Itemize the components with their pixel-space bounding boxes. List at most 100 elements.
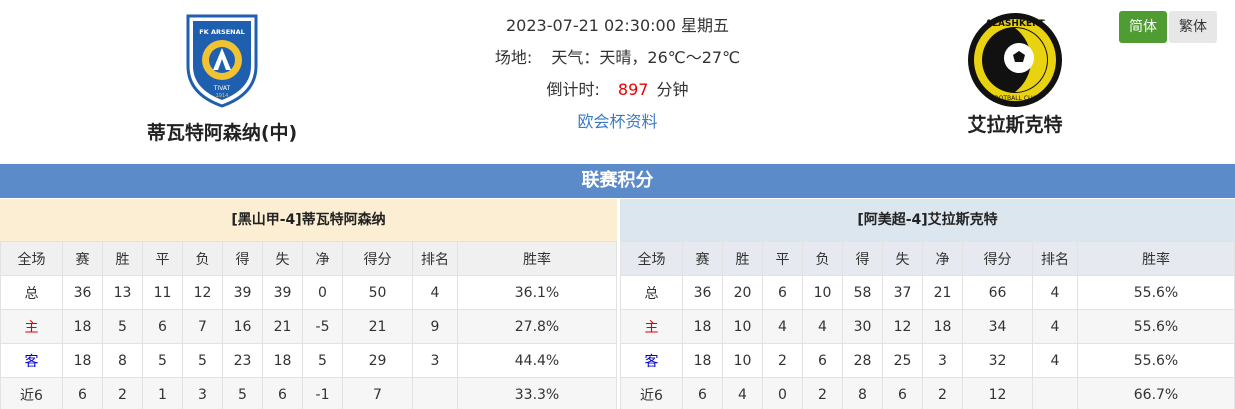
table-cell: 4 — [802, 309, 843, 344]
table-cell: 6 — [682, 377, 723, 409]
table-cell: 21 — [262, 309, 303, 344]
table-cell: 11 — [142, 275, 183, 310]
table-cell: 4 — [762, 309, 803, 344]
table-cell: 6 — [802, 343, 843, 378]
table-cell: 44.4% — [457, 343, 617, 378]
table-cell: 39 — [222, 275, 263, 310]
table-cell: 18 — [682, 343, 723, 378]
home-logo-year: 1914 — [216, 93, 229, 99]
table-cell: 7 — [182, 309, 223, 344]
match-datetime: 2023-07-21 02:30:00 星期五 — [505, 16, 730, 35]
column-header: 得 — [842, 241, 883, 276]
table-cell: 12 — [182, 275, 223, 310]
away-team[interactable]: ALASHKERT FOOTBALL CLUB 艾拉斯克特 — [895, 10, 1135, 137]
column-header: 负 — [182, 241, 223, 276]
table-cell: 25 — [882, 343, 923, 378]
table-cell: 55.6% — [1077, 343, 1235, 378]
column-header: 全场 — [0, 241, 63, 276]
standings-title: 联赛积分 — [0, 164, 1235, 198]
home-team-name[interactable]: 蒂瓦特阿森纳(中) — [102, 118, 342, 145]
table-cell: 6 — [262, 377, 303, 409]
column-header: 净 — [922, 241, 963, 276]
table-cell: 2 — [922, 377, 963, 409]
column-header: 赛 — [62, 241, 103, 276]
table-cell: 3 — [412, 343, 458, 378]
column-header: 得分 — [962, 241, 1033, 276]
home-standings-table: 全场赛胜平负得失净得分 排名 胜率 总 36 13 11 12 39 39 0 50 4 36.1% 主 1… — [0, 241, 617, 409]
row-label: 客 — [620, 343, 683, 378]
language-switch: 简体 繁体 — [1119, 11, 1217, 43]
table-cell: 37 — [882, 275, 923, 310]
traditional-chinese-button[interactable]: 繁体 — [1169, 11, 1217, 43]
column-header: 负 — [802, 241, 843, 276]
home-body: 总 36 13 11 12 39 39 0 50 4 36.1% 主 18 5 6 7 16 21 -5 21 9 27.… — [0, 275, 617, 409]
table-cell: 10 — [802, 275, 843, 310]
cup-info-link[interactable]: 欧会杯资料 — [577, 112, 657, 131]
table-cell: 4 — [1032, 309, 1078, 344]
table-cell: 10 — [722, 343, 763, 378]
table-cell: 29 — [342, 343, 413, 378]
away-body: 总 36 20 6 10 58 37 21 66 4 55.6% 主 18 10 4 4 30 12 18 34 4 55… — [620, 275, 1235, 409]
column-header: 胜率 — [457, 241, 617, 276]
table-row: 客 18 10 2 6 28 25 3 32 4 55.6% — [620, 343, 1235, 378]
column-header: 胜 — [102, 241, 143, 276]
table-cell: 0 — [302, 275, 343, 310]
table-cell: 6 — [142, 309, 183, 344]
table-row: 总 36 13 11 12 39 39 0 50 4 36.1% — [0, 275, 617, 310]
row-label: 主 — [620, 309, 683, 344]
table-cell: 66.7% — [1077, 377, 1235, 409]
column-header: 胜率 — [1077, 241, 1235, 276]
table-cell: 39 — [262, 275, 303, 310]
table-cell: 4 — [1032, 275, 1078, 310]
column-header: 排名 — [1032, 241, 1078, 276]
table-cell: 4 — [1032, 343, 1078, 378]
table-cell: 66 — [962, 275, 1033, 310]
away-logo-text-bottom: FOOTBALL CLUB — [990, 95, 1039, 102]
away-standings-title: [阿美超-4]艾拉斯克特 — [620, 199, 1235, 241]
simplified-chinese-button[interactable]: 简体 — [1119, 11, 1167, 43]
row-label: 近6 — [620, 377, 683, 409]
table-cell: 5 — [142, 343, 183, 378]
table-cell: 9 — [412, 309, 458, 344]
venue-weather: 场地: 天气：天晴，26℃～27℃ — [430, 46, 805, 78]
home-standings-panel: [黑山甲-4]蒂瓦特阿森纳 全场赛胜平负得失净得分 排名 胜率 总 36 13 11 12 3… — [0, 199, 617, 409]
table-cell: 6 — [762, 275, 803, 310]
table-row: 主 18 5 6 7 16 21 -5 21 9 27.8% — [0, 309, 617, 344]
table-cell: 5 — [302, 343, 343, 378]
table-cell: 20 — [722, 275, 763, 310]
home-logo-text-bottom: TIVAT — [213, 85, 231, 92]
countdown: 倒计时: 897 分钟 — [430, 78, 805, 110]
table-cell: 18 — [262, 343, 303, 378]
away-standings-panel: [阿美超-4]艾拉斯克特 全场赛胜平负得失净得分 排名 胜率 总 36 20 6 10 58 3… — [620, 199, 1235, 409]
table-cell: -5 — [302, 309, 343, 344]
home-team[interactable]: FK ARSENAL TIVAT 1914 蒂瓦特阿森纳(中) — [102, 10, 342, 145]
away-team-name[interactable]: 艾拉斯克特 — [895, 110, 1135, 137]
match-header: FK ARSENAL TIVAT 1914 蒂瓦特阿森纳(中) 2023-07-… — [0, 0, 1235, 160]
home-header-row: 全场赛胜平负得失净得分 排名 胜率 — [0, 241, 617, 276]
table-cell: 28 — [842, 343, 883, 378]
away-standings-table: 全场赛胜平负得失净得分 排名 胜率 总 36 20 6 10 58 37 21 66 4 55.6% 主 1… — [620, 241, 1235, 409]
column-header: 失 — [882, 241, 923, 276]
table-cell: 36 — [682, 275, 723, 310]
weather-text: 天气：天晴，26℃～27℃ — [551, 48, 741, 67]
table-cell: 10 — [722, 309, 763, 344]
row-label: 总 — [0, 275, 63, 310]
row-label: 客 — [0, 343, 63, 378]
row-label: 总 — [620, 275, 683, 310]
home-logo-text-top: FK ARSENAL — [199, 28, 245, 36]
table-row: 近6 6 2 1 3 5 6 -1 7 33.3% — [0, 377, 617, 409]
column-header: 失 — [262, 241, 303, 276]
table-row: 总 36 20 6 10 58 37 21 66 4 55.6% — [620, 275, 1235, 310]
countdown-unit: 分钟 — [656, 80, 689, 99]
table-cell: -1 — [302, 377, 343, 409]
table-cell: 33.3% — [457, 377, 617, 409]
table-cell: 2 — [762, 343, 803, 378]
countdown-value: 897 — [617, 80, 649, 99]
column-header: 排名 — [412, 241, 458, 276]
table-cell: 34 — [962, 309, 1033, 344]
table-cell: 13 — [102, 275, 143, 310]
table-cell: 36 — [62, 275, 103, 310]
away-logo-text-top: ALASHKERT — [985, 19, 1045, 29]
column-header: 得分 — [342, 241, 413, 276]
table-cell: 55.6% — [1077, 275, 1235, 310]
